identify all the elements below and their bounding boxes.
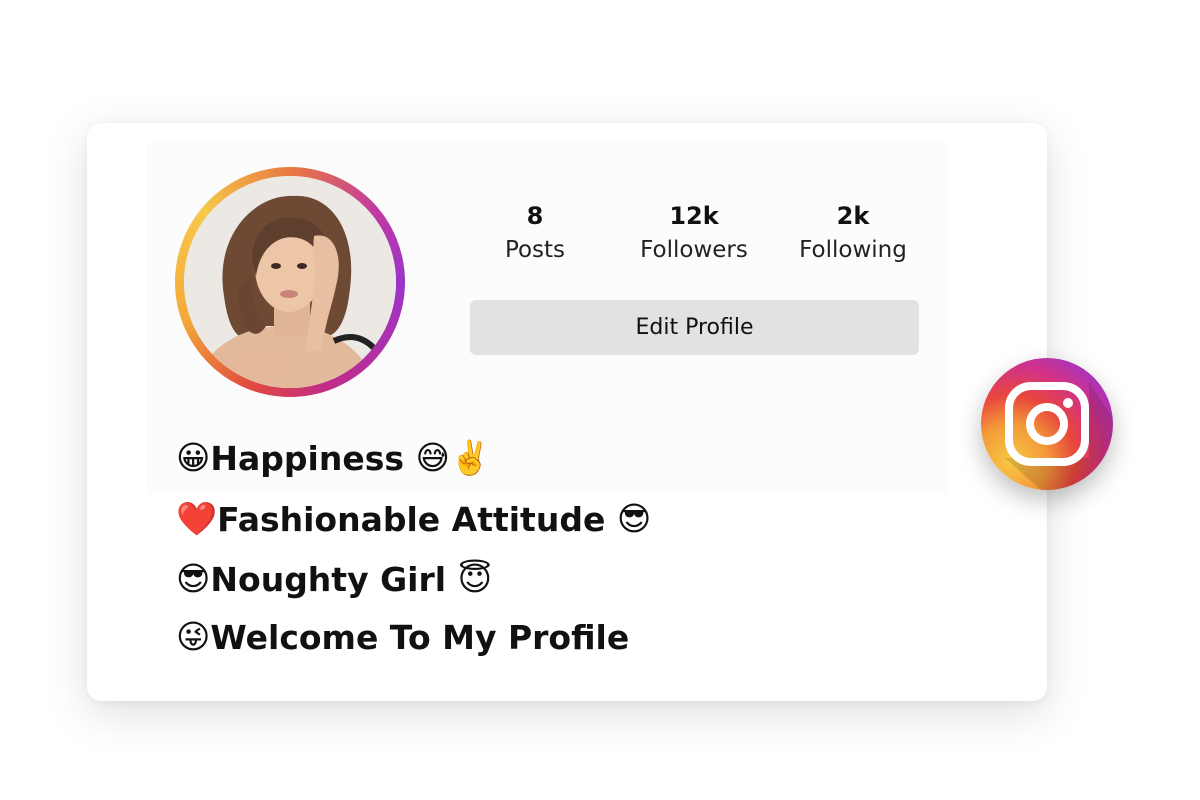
instagram-icon xyxy=(1005,382,1089,466)
stat-following-value: 2k xyxy=(836,202,870,230)
bio-text: Welcome To My Profile xyxy=(210,617,630,657)
winking-tongue-face-icon: 😜 xyxy=(176,617,211,656)
avatar[interactable] xyxy=(175,167,405,397)
bio-text: Noughty Girl xyxy=(210,559,447,599)
sunglasses-face-icon: 😎 xyxy=(176,559,211,598)
bio-text: Happiness xyxy=(210,438,405,478)
halo-face-icon: 😇 xyxy=(457,559,492,598)
avatar-photo xyxy=(184,176,396,388)
edit-profile-button[interactable]: Edit Profile xyxy=(470,300,919,355)
grinning-face-icon: 😀 xyxy=(176,438,211,477)
stat-followers[interactable]: 12k Followers xyxy=(619,200,769,268)
bio-line-happiness: 😀 Happiness 😅✌️ xyxy=(176,438,491,478)
stat-following-label: Following xyxy=(799,237,907,263)
stat-posts[interactable]: 8 Posts xyxy=(460,200,610,268)
bio-line-noughty: 😎 Noughty Girl 😇 xyxy=(176,559,492,599)
instagram-badge[interactable] xyxy=(981,358,1113,490)
stat-posts-value: 8 xyxy=(526,202,544,230)
sunglasses-face-icon: 😎 xyxy=(616,499,652,538)
bio-text: Fashionable Attitude xyxy=(217,499,606,539)
stat-posts-label: Posts xyxy=(504,237,566,263)
bio-line-welcome: 😜 Welcome To My Profile xyxy=(176,617,629,657)
stat-followers-label: Followers xyxy=(640,237,748,263)
bio-line-attitude: ❤️ Fashionable Attitude 😎 xyxy=(176,499,651,539)
sweat-smile-victory-icon: 😅✌️ xyxy=(415,438,492,477)
stat-followers-value: 12k xyxy=(669,202,719,230)
heart-icon: ❤️ xyxy=(176,499,218,538)
stat-following[interactable]: 2k Following xyxy=(778,200,928,268)
